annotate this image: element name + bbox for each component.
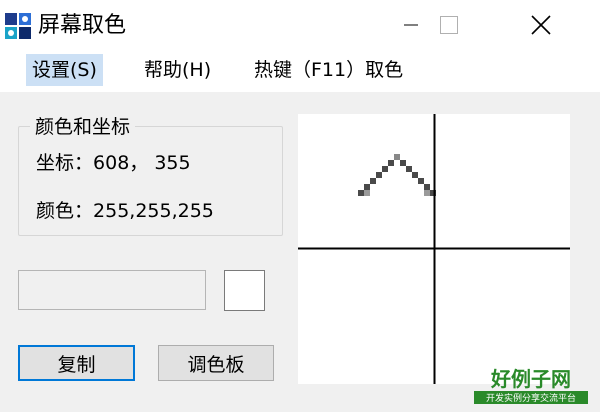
coord-label: 坐标： [36,152,94,174]
magnifier-preview [298,114,570,384]
palette-button[interactable]: 调色板 [158,345,274,381]
menu-bar: 设置(S) 帮助(H) 热键（F11）取色 [0,50,600,90]
color-swatch [224,270,265,311]
menu-hotkey-pick[interactable]: 热键（F11）取色 [248,54,409,86]
menu-settings[interactable]: 设置(S) [26,54,103,86]
maximize-icon [440,16,458,34]
coord-value: 608， 355 [93,152,191,174]
window-title: 屏幕取色 [38,13,127,38]
group-title: 颜色和坐标 [30,114,136,140]
maximize-button[interactable] [422,0,476,50]
magnified-content [358,154,436,196]
watermark-brand: 好例子网 [490,367,571,391]
watermark-logo: 好例子网 开发实例分享交流平台 [474,367,588,404]
menu-help[interactable]: 帮助(H) [138,54,217,86]
close-icon [531,15,551,35]
watermark-tagline: 开发实例分享交流平台 [486,392,576,404]
magnified-pixels [298,114,570,384]
close-button[interactable] [514,0,568,50]
color-readout: 颜色：255,255,255 [36,198,214,224]
color-value: 255,255,255 [93,200,214,222]
hex-value-field[interactable] [18,270,206,310]
color-picker-icon [5,13,31,39]
coordinate-readout: 坐标：608， 355 [36,150,191,176]
minimize-icon [404,24,418,26]
color-label: 颜色： [36,200,94,222]
title-bar[interactable]: 屏幕取色 [0,0,600,50]
copy-button[interactable]: 复制 [18,345,135,381]
